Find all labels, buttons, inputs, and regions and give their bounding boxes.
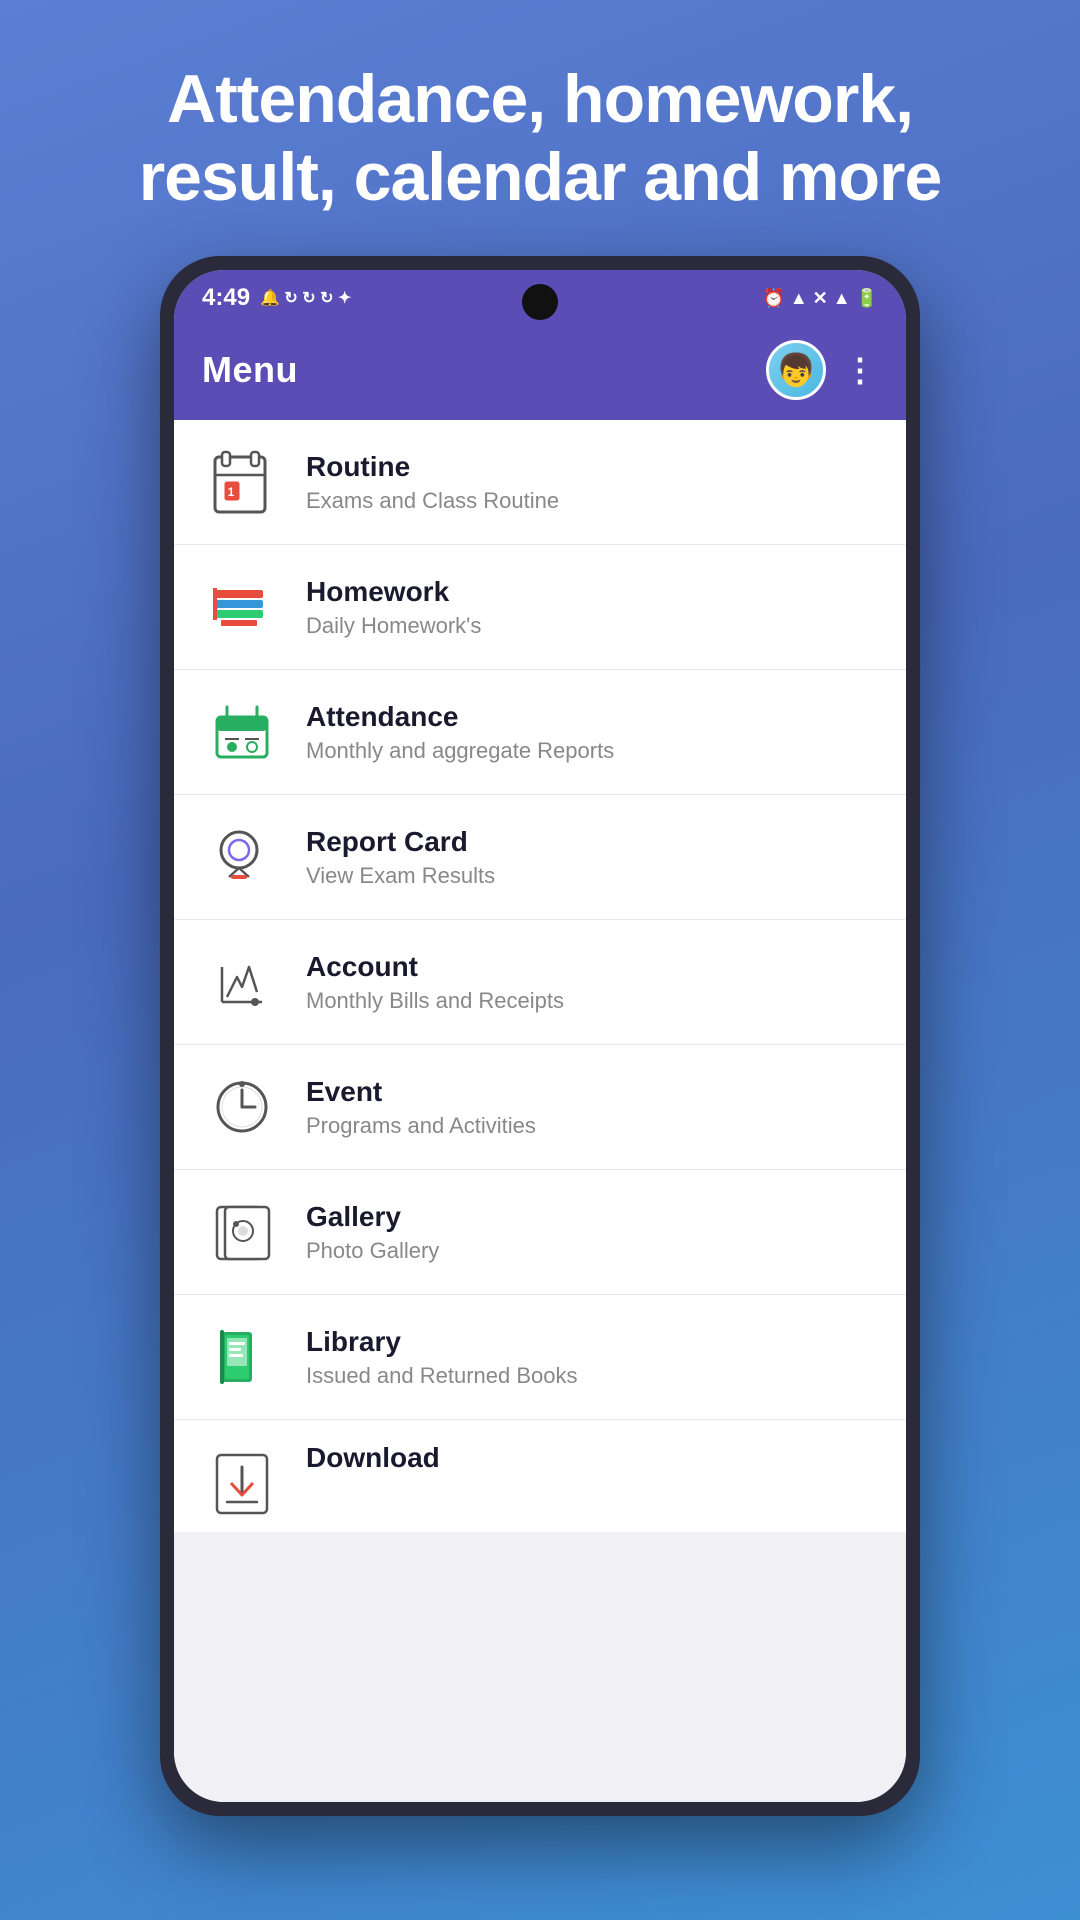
library-text: Library Issued and Returned Books: [306, 1326, 578, 1389]
homework-subtitle: Daily Homework's: [306, 613, 481, 639]
svg-text:1: 1: [228, 485, 235, 499]
report-card-title: Report Card: [306, 826, 495, 858]
status-icons-right: ⏰ ▲ ✕ ▲ 🔋: [762, 288, 878, 309]
routine-text: Routine Exams and Class Routine: [306, 451, 559, 514]
event-title: Event: [306, 1076, 536, 1108]
menu-item-homework[interactable]: Homework Daily Homework's: [174, 545, 906, 670]
status-time: 4:49: [202, 284, 250, 312]
gallery-icon: [202, 1192, 282, 1272]
menu-item-library[interactable]: Library Issued and Returned Books: [174, 1295, 906, 1420]
camera-notch: [522, 284, 558, 320]
attendance-text: Attendance Monthly and aggregate Reports: [306, 701, 614, 764]
homework-title: Homework: [306, 576, 481, 608]
library-subtitle: Issued and Returned Books: [306, 1363, 578, 1389]
menu-item-report-card[interactable]: Report Card View Exam Results: [174, 795, 906, 920]
event-icon: [202, 1067, 282, 1147]
download-icon: [202, 1442, 282, 1522]
library-icon: [202, 1317, 282, 1397]
phone-frame: 4:49 🔔 ↻ ↻ ↻ ✦ ⏰ ▲ ✕ ▲ 🔋 Menu 👦 ⋮: [160, 256, 920, 1816]
download-text: Download: [306, 1442, 440, 1474]
menu-item-gallery[interactable]: Gallery Photo Gallery: [174, 1170, 906, 1295]
report-card-icon: [202, 817, 282, 897]
download-title: Download: [306, 1442, 440, 1474]
menu-item-account[interactable]: Account Monthly Bills and Receipts: [174, 920, 906, 1045]
menu-item-event[interactable]: Event Programs and Activities: [174, 1045, 906, 1170]
library-title: Library: [306, 1326, 578, 1358]
status-icons-left: 🔔 ↻ ↻ ↻ ✦: [260, 288, 351, 308]
report-card-subtitle: View Exam Results: [306, 863, 495, 889]
attendance-title: Attendance: [306, 701, 614, 733]
more-menu-icon[interactable]: ⋮: [844, 351, 878, 389]
routine-title: Routine: [306, 451, 559, 483]
avatar[interactable]: 👦: [766, 340, 826, 400]
app-bar-actions: 👦 ⋮: [766, 340, 878, 400]
account-title: Account: [306, 951, 564, 983]
menu-item-download[interactable]: Download: [174, 1420, 906, 1532]
menu-item-routine[interactable]: 1 Routine Exams and Class Routine: [174, 420, 906, 545]
attendance-icon: [202, 692, 282, 772]
menu-item-attendance[interactable]: Attendance Monthly and aggregate Reports: [174, 670, 906, 795]
account-subtitle: Monthly Bills and Receipts: [306, 988, 564, 1014]
gallery-title: Gallery: [306, 1201, 439, 1233]
report-card-text: Report Card View Exam Results: [306, 826, 495, 889]
avatar-image: 👦: [776, 351, 816, 389]
hero-text: Attendance, homework, result, calendar a…: [0, 0, 1080, 256]
event-subtitle: Programs and Activities: [306, 1113, 536, 1139]
account-text: Account Monthly Bills and Receipts: [306, 951, 564, 1014]
app-bar-title: Menu: [202, 349, 298, 391]
event-text: Event Programs and Activities: [306, 1076, 536, 1139]
account-icon: [202, 942, 282, 1022]
app-bar: Menu 👦 ⋮: [174, 322, 906, 420]
routine-icon: 1: [202, 442, 282, 522]
routine-subtitle: Exams and Class Routine: [306, 488, 559, 514]
attendance-subtitle: Monthly and aggregate Reports: [306, 738, 614, 764]
gallery-text: Gallery Photo Gallery: [306, 1201, 439, 1264]
menu-list: 1 Routine Exams and Class Routine: [174, 420, 906, 1802]
homework-icon: [202, 567, 282, 647]
phone-screen: 4:49 🔔 ↻ ↻ ↻ ✦ ⏰ ▲ ✕ ▲ 🔋 Menu 👦 ⋮: [174, 270, 906, 1802]
homework-text: Homework Daily Homework's: [306, 576, 481, 639]
gallery-subtitle: Photo Gallery: [306, 1238, 439, 1264]
